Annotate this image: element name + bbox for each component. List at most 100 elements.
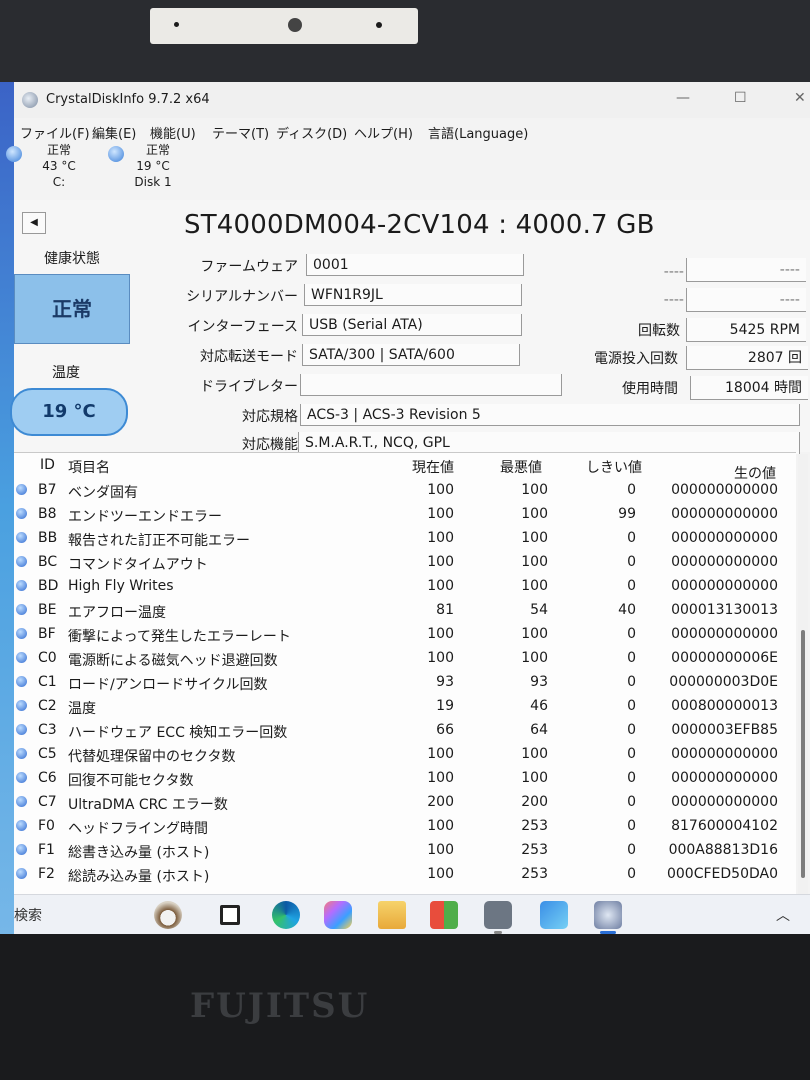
- status-dot-icon: [16, 772, 27, 783]
- table-scrollbar[interactable]: [798, 454, 808, 900]
- table-row[interactable]: BF 衝撃によって発生したエラーレート 100 100 0 000000000000: [14, 623, 796, 647]
- table-row[interactable]: B7 ベンダ固有 100 100 0 000000000000: [14, 479, 796, 503]
- webcam-icon: [288, 18, 302, 32]
- cell-name: 温度: [68, 701, 96, 717]
- column-header-current[interactable]: 現在値: [412, 457, 454, 477]
- menu-help[interactable]: ヘルプ(H): [354, 123, 413, 142]
- power-hours-value: 18004 時間: [690, 376, 808, 400]
- title-bar: CrystalDiskInfo 9.7.2 x64 — ☐ ✕: [14, 82, 810, 118]
- cell-current: 19: [436, 698, 454, 714]
- disk-tab-disk1[interactable]: 正常 19 °C Disk 1: [108, 142, 198, 202]
- disk-tab-status: 正常: [145, 143, 170, 157]
- cell-name: 電源断による磁気ヘッド退避回数: [68, 653, 278, 669]
- store-icon[interactable]: [430, 901, 458, 929]
- cell-name: 衝撃によって発生したエラーレート: [68, 629, 291, 645]
- table-row[interactable]: BE エアフロー温度 81 54 40 000013130013: [14, 599, 796, 623]
- right-label-2: ----: [663, 292, 684, 308]
- cell-threshold: 0: [627, 578, 636, 594]
- temperature-label: 温度: [52, 365, 80, 381]
- drive-letter-label: ドライブレター: [200, 379, 298, 395]
- cell-threshold: 99: [618, 506, 636, 522]
- temperature-button[interactable]: 19 °C: [10, 388, 128, 436]
- folder-icon[interactable]: [378, 901, 406, 929]
- table-row[interactable]: C1 ロード/アンロードサイクル回数 93 93 0 000000003D0E: [14, 671, 796, 695]
- table-row[interactable]: B8 エンドツーエンドエラー 100 100 99 000000000000: [14, 503, 796, 527]
- menu-file[interactable]: ファイル(F): [20, 123, 90, 142]
- firmware-label: ファームウェア: [200, 259, 298, 275]
- minimize-button[interactable]: —: [676, 90, 690, 106]
- cell-threshold: 0: [627, 482, 636, 498]
- table-row[interactable]: C3 ハードウェア ECC 検知エラー回数 66 64 0 0000003EFB85: [14, 719, 796, 743]
- table-row[interactable]: BD High Fly Writes 100 100 0 000000000000: [14, 575, 796, 599]
- status-dot-icon: [16, 868, 27, 879]
- maximize-button[interactable]: ☐: [734, 90, 747, 106]
- menu-edit[interactable]: 編集(E): [92, 123, 136, 142]
- scrollbar-thumb[interactable]: [801, 630, 805, 878]
- status-dot-icon: [16, 676, 27, 687]
- disk-tab-c[interactable]: 正常 43 °C C:: [6, 142, 104, 200]
- right-label-1: ----: [663, 264, 684, 280]
- cell-worst: 93: [530, 674, 548, 690]
- column-header-threshold[interactable]: しきい値: [586, 457, 642, 477]
- cell-raw: 000000000000: [671, 794, 778, 810]
- table-row[interactable]: C0 電源断による磁気ヘッド退避回数 100 100 0 00000000006E: [14, 647, 796, 671]
- table-row[interactable]: C5 代替処理保留中のセクタ数 100 100 0 000000000000: [14, 743, 796, 767]
- cell-id: BB: [38, 530, 58, 546]
- task-view-icon[interactable]: [220, 905, 240, 925]
- cell-threshold: 0: [627, 770, 636, 786]
- cell-id: BF: [38, 626, 56, 642]
- health-status-button[interactable]: 正常: [14, 274, 130, 344]
- cell-current: 100: [427, 866, 454, 882]
- column-header-id[interactable]: ID: [40, 457, 55, 473]
- chevron-up-icon[interactable]: ︿: [776, 905, 790, 925]
- status-dot-icon: [16, 700, 27, 711]
- status-dot-icon: [16, 604, 27, 615]
- cell-name: エンドツーエンドエラー: [68, 509, 222, 525]
- features-label: 対応機能: [242, 437, 298, 453]
- photos-icon[interactable]: [540, 901, 568, 929]
- cell-worst: 100: [521, 482, 548, 498]
- bowl-icon[interactable]: [154, 901, 182, 929]
- table-row[interactable]: F2 総読み込み量 (ホスト) 100 253 0 000CFED50DA0: [14, 863, 796, 887]
- cell-worst: 100: [521, 506, 548, 522]
- column-header-worst[interactable]: 最悪値: [500, 457, 542, 477]
- disk-model-title: ST4000DM004-2CV104 : 4000.7 GB: [184, 210, 655, 240]
- menu-theme[interactable]: テーマ(T): [212, 123, 269, 142]
- cell-worst: 100: [521, 530, 548, 546]
- status-dot-icon: [16, 724, 27, 735]
- previous-disk-button[interactable]: ◀: [22, 212, 46, 234]
- table-row[interactable]: F1 総書き込み量 (ホスト) 100 253 0 000A88813D16: [14, 839, 796, 863]
- copilot-icon[interactable]: [324, 901, 352, 929]
- menu-disk[interactable]: ディスク(D): [276, 123, 347, 142]
- menu-function[interactable]: 機能(U): [150, 123, 196, 142]
- cell-threshold: 0: [627, 866, 636, 882]
- table-row[interactable]: C6 回復不可能セクタ数 100 100 0 000000000000: [14, 767, 796, 791]
- cell-worst: 54: [530, 602, 548, 618]
- cell-name: High Fly Writes: [68, 578, 174, 594]
- edge-icon[interactable]: [272, 901, 300, 929]
- cell-threshold: 0: [627, 626, 636, 642]
- drive-letter-value: [300, 374, 562, 396]
- cell-name: 代替処理保留中のセクタ数: [68, 749, 236, 765]
- cell-raw: 000000000000: [671, 482, 778, 498]
- cell-name: ハードウェア ECC 検知エラー回数: [68, 725, 288, 741]
- menu-language[interactable]: 言語(Language): [428, 123, 528, 142]
- table-row[interactable]: BC コマンドタイムアウト 100 100 0 000000000000: [14, 551, 796, 575]
- crystaldiskinfo-taskbar-icon[interactable]: [594, 901, 622, 929]
- cell-id: C2: [38, 698, 57, 714]
- standard-value: ACS-3 | ACS-3 Revision 5: [300, 404, 800, 426]
- table-row[interactable]: F0 ヘッドフライング時間 100 253 0 817600004102: [14, 815, 796, 839]
- cell-worst: 46: [530, 698, 548, 714]
- table-row[interactable]: C7 UltraDMA CRC エラー数 200 200 0 000000000000: [14, 791, 796, 815]
- camera-icon[interactable]: [484, 901, 512, 929]
- taskbar-search[interactable]: 検索: [14, 905, 42, 925]
- cell-worst: 100: [521, 650, 548, 666]
- disk-tab-temp: 43 °C: [42, 159, 76, 173]
- cell-raw: 000800000013: [671, 698, 778, 714]
- table-row[interactable]: BB 報告された訂正不可能エラー 100 100 0 000000000000: [14, 527, 796, 551]
- cell-name: エアフロー温度: [68, 605, 166, 621]
- column-header-name[interactable]: 項目名: [68, 457, 110, 477]
- crystaldiskinfo-icon: [22, 92, 38, 108]
- table-row[interactable]: C2 温度 19 46 0 000800000013: [14, 695, 796, 719]
- close-button[interactable]: ✕: [794, 90, 806, 106]
